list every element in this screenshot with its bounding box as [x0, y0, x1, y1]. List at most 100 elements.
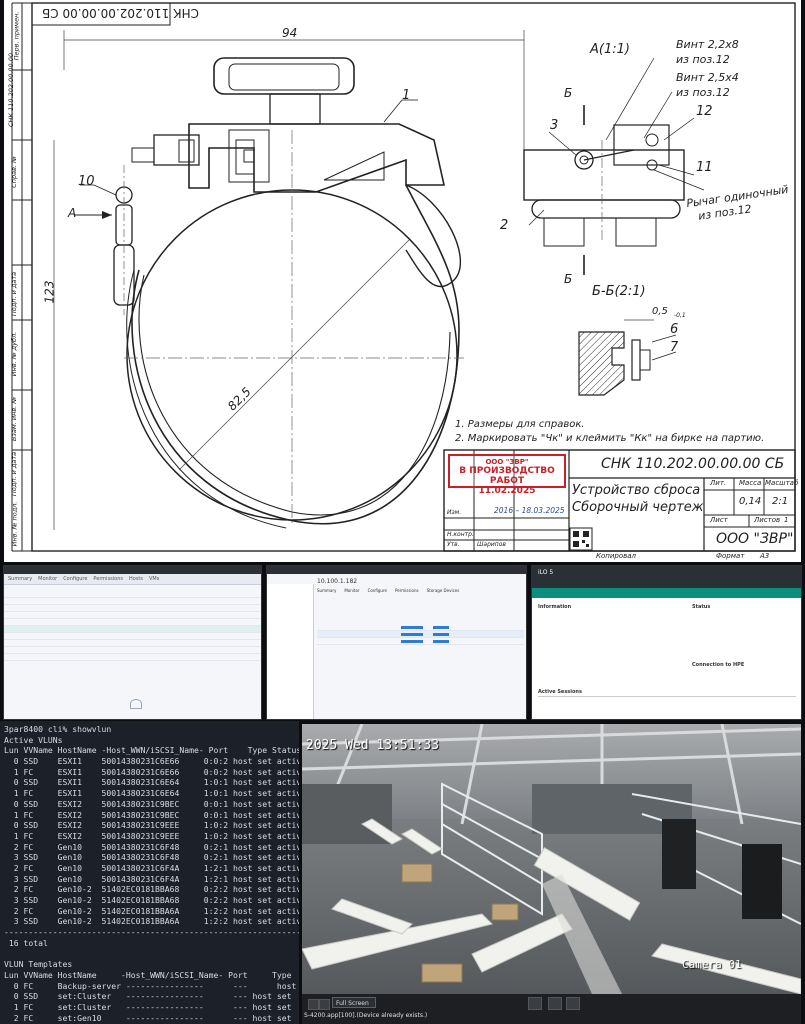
- warehouse-scene: [302, 724, 801, 994]
- tab[interactable]: Hosts: [129, 576, 143, 582]
- terminal-line: 1 FC ESXI2 50014380231C9EEE 1:0:2 host s…: [4, 830, 299, 841]
- title-block-company: ООО "ЗВР": [716, 531, 794, 547]
- table-row[interactable]: [4, 605, 261, 612]
- camera-timestamp: 2025 Wed 13:51:33: [306, 738, 440, 753]
- sidebar-label: Подп. и дата: [10, 271, 19, 317]
- section-connection: Connection to HPE: [692, 662, 745, 668]
- terminal-line: 2 FC Gen10-2 51402EC0181BBA68 0:2:2 host…: [4, 884, 299, 895]
- layout-button[interactable]: [548, 997, 562, 1010]
- view-mode-select[interactable]: Full Screen: [332, 997, 376, 1008]
- stamp-extra-date: 2016 – 18.03.2025: [494, 506, 565, 515]
- tab-strip: Summary Monitor Configure Permissions Ho…: [4, 574, 261, 585]
- table-row[interactable]: [4, 619, 261, 626]
- terminal-line: 3 SSD Gen10-2 51402EC0181BBA6A 1:2:2 hos…: [4, 916, 299, 927]
- table-row[interactable]: [4, 612, 261, 619]
- terminal-line: 0 SSD ESXI1 50014380231C6E66 0:0:2 host …: [4, 756, 299, 767]
- tab[interactable]: Configure: [63, 576, 87, 582]
- terminal-line: VLUN Templates: [4, 959, 73, 970]
- capacity-bar: [401, 639, 423, 643]
- terminal-line: 0 FC Backup-server ---------------- --- …: [4, 980, 297, 991]
- table-row[interactable]: [4, 647, 261, 654]
- layout-button[interactable]: [566, 997, 580, 1010]
- tab[interactable]: Permissions: [395, 588, 419, 594]
- sidebar-label: Инв. № подл.: [10, 501, 19, 547]
- terminal-line: 3 SSD Gen10 50014380231C6F4A 1:2:1 host …: [4, 873, 299, 884]
- terminal-line: Active VLUNs: [4, 734, 63, 745]
- host-tabs: Summary Monitor Configure Permissions St…: [317, 588, 526, 594]
- status-line: S-4200.app[100].(Device already exists.): [304, 1012, 428, 1019]
- table-row[interactable]: [4, 633, 261, 640]
- rotated-drawing-code: СНК 110.202.00.00.00 СБ: [42, 6, 200, 20]
- terminal-line: Lun VVName HostName -Host_WWN/iSCSI_Name…: [4, 745, 299, 756]
- browser-toolbar: [267, 566, 526, 574]
- capacity-bar: [433, 632, 449, 636]
- sidebar-label: Инв. № дубл.: [10, 331, 19, 377]
- title-block-lit-label: Лит.: [710, 479, 727, 487]
- terminal-line: Lun VVName HostName -Host_WWN/iSCSI_Name…: [4, 969, 292, 980]
- table-row[interactable]: [4, 591, 261, 598]
- storage-screenshot: 10.100.1.182 Summary Monitor Configure P…: [266, 565, 527, 720]
- play-button[interactable]: [308, 999, 319, 1010]
- tab[interactable]: Summary: [317, 588, 336, 594]
- table-row[interactable]: [4, 598, 261, 605]
- dimension-width: 94: [282, 26, 298, 40]
- vsphere-screenshot: Summary Monitor Configure Permissions Ho…: [3, 565, 262, 720]
- terminal-line: 16 total: [4, 937, 48, 948]
- table-row[interactable]: [317, 624, 524, 631]
- title-block-scale: 2:1: [772, 496, 789, 507]
- stamp-date: 11.02.2025: [478, 486, 536, 496]
- callout-10: 10: [78, 174, 95, 189]
- cctv-camera-view: 2025 Wed 13:51:33 Camera 01: [302, 724, 801, 994]
- table-row[interactable]: [4, 654, 261, 661]
- table-row[interactable]: [317, 638, 524, 645]
- sidebar-label: Взам. инв. №: [10, 396, 19, 442]
- callout-7: 7: [670, 340, 679, 355]
- sidebar-label: Подп. и дата: [10, 451, 19, 497]
- section-status: Status: [692, 604, 711, 610]
- terminal-line: 0 SSD ESXI1 50014380231C6E64 1:0:1 host …: [4, 777, 299, 788]
- terminal-line: 1 FC ESXI2 50014380231C9BEC 0:0:1 host s…: [4, 809, 299, 820]
- title-block-person: Шарипов: [477, 541, 506, 548]
- title-block-sheet-label: Лист: [710, 516, 728, 524]
- tab[interactable]: Permissions: [93, 576, 123, 582]
- title-block-izm-label: Изм.: [447, 509, 462, 516]
- ilo-header: iLO 5: [532, 566, 801, 588]
- note-screw-2: Винт 2,5х4: [676, 71, 739, 84]
- wifi-icon: [130, 699, 142, 709]
- ilo-subheader: [532, 588, 801, 598]
- table-row[interactable]: [4, 626, 261, 633]
- ilo-title: iLO 5: [538, 569, 554, 576]
- section-mark-bottom: Б: [564, 272, 573, 286]
- title-block-name-1: Устройство сброса: [572, 483, 701, 498]
- tab[interactable]: Monitor: [344, 588, 359, 594]
- tab[interactable]: Configure: [368, 588, 387, 594]
- table-row[interactable]: [4, 640, 261, 647]
- title-block-role-utv: Утв.: [447, 541, 460, 548]
- inventory-tree: [267, 584, 314, 719]
- drawing-linework: [11, 2, 796, 552]
- host-title: 10.100.1.182: [317, 578, 358, 585]
- table-row[interactable]: [317, 631, 524, 638]
- tab[interactable]: Summary: [8, 576, 32, 582]
- tab[interactable]: VMs: [149, 576, 159, 582]
- tab[interactable]: Monitor: [38, 576, 57, 582]
- title-block-sheets-label: Листов: [754, 516, 781, 524]
- capacity-bar: [433, 639, 449, 643]
- datastore-table: [317, 624, 524, 645]
- title-block-sheets: 1: [784, 516, 789, 524]
- callout-3: 3: [550, 118, 559, 133]
- title-block-mass-label: Масса: [739, 479, 762, 487]
- terminal-line: 2 FC Gen10 50014380231C6F4A 1:2:1 host s…: [4, 862, 299, 873]
- dimension-height: 123: [42, 280, 57, 304]
- view-arrow-label: А: [68, 206, 77, 220]
- tab[interactable]: Storage Devices: [427, 588, 460, 594]
- callout-2: 2: [500, 218, 509, 233]
- terminal-line: 3 SSD Gen10-2 51402EC0181BBA68 0:2:2 hos…: [4, 895, 299, 905]
- terminal-line: 3par8400 cli% showvlun: [4, 724, 112, 734]
- layout-button[interactable]: [528, 997, 542, 1010]
- sidebar-label: Справ. №: [9, 156, 18, 188]
- note-line: 2. Маркировать "Чк" и клеймить "Кк" на б…: [455, 433, 765, 444]
- volume-icon[interactable]: [319, 999, 330, 1010]
- terminal-line: ----------------------------------------…: [4, 927, 299, 938]
- callout-1: 1: [402, 88, 411, 103]
